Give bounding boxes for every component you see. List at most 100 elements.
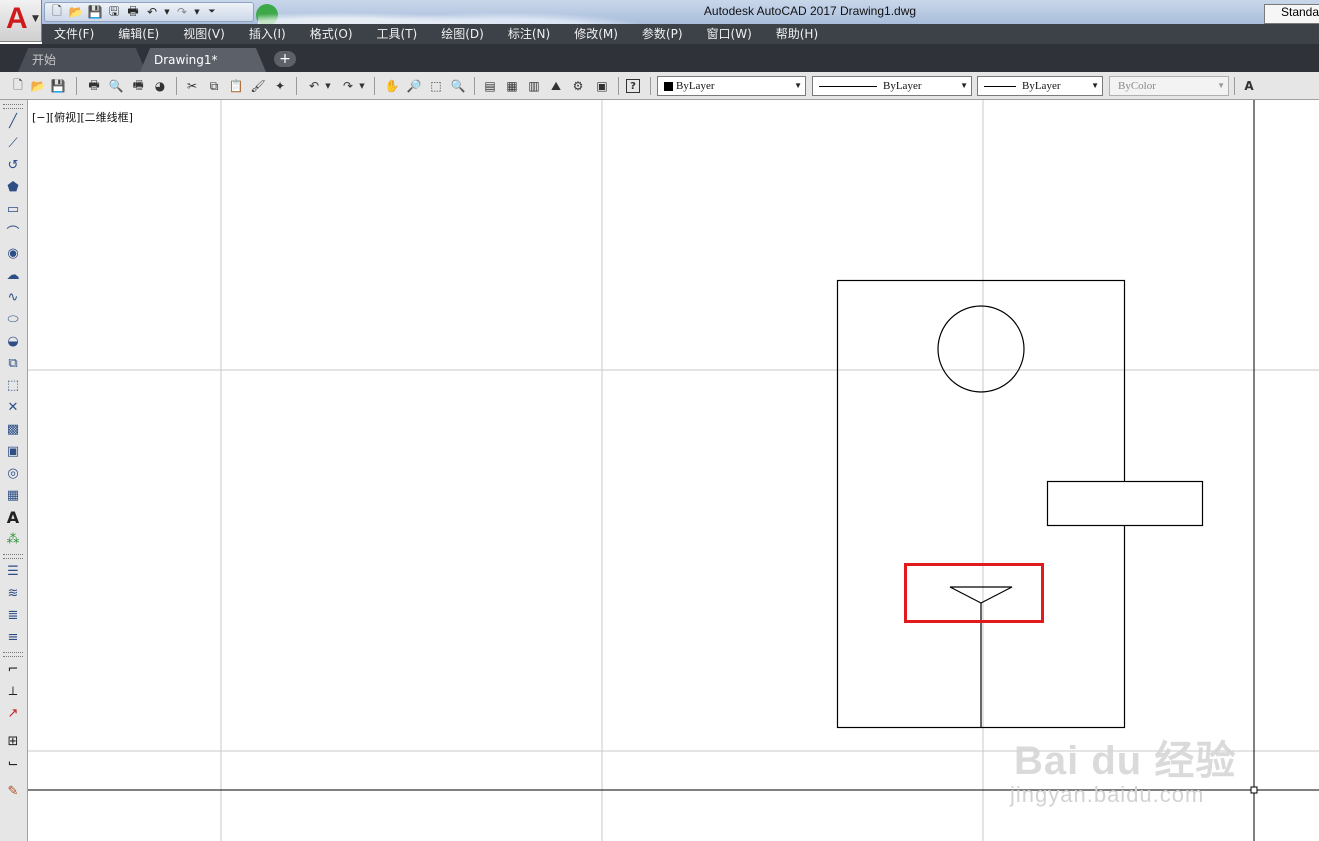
line-tool-icon[interactable]: ╱ — [4, 112, 22, 130]
save-icon[interactable]: 💾 — [87, 4, 103, 20]
menu-parametric[interactable]: 参数(P) — [630, 24, 695, 44]
multiline-text-icon[interactable]: A — [4, 508, 22, 527]
ungroup-icon[interactable]: ⌙ — [4, 754, 22, 772]
new-file-icon[interactable]: 🗋 — [49, 4, 65, 20]
circle-shape[interactable] — [937, 305, 1025, 393]
chamfer-icon[interactable]: ⟂ — [4, 682, 22, 700]
ellipse-arc-icon[interactable]: ◒ — [4, 332, 22, 350]
toolbar-grip[interactable] — [3, 554, 23, 559]
text-style-icon[interactable]: A — [1241, 78, 1257, 94]
application-menu-button[interactable]: A ▼ — [0, 0, 42, 42]
menu-tools[interactable]: 工具(T) — [365, 24, 430, 44]
tab-start[interactable]: 开始 — [18, 48, 146, 72]
block-editor-icon[interactable]: ✦ — [272, 78, 288, 94]
menu-format[interactable]: 格式(O) — [298, 24, 365, 44]
cut-icon[interactable]: ✂ — [184, 78, 200, 94]
plot-icon[interactable]: 🖶 — [86, 78, 102, 94]
draw-toolbar: ╱ ⟋ ↺ ⬟ ▭ ⌒ ◉ ☁ ∿ ⬭ ◒ ⧉ ⬚ ✕ ▩ ▣ ◎ ▦ A ⁂ … — [0, 100, 28, 841]
lineweight-control-dropdown[interactable]: ByLayer ▼ — [977, 76, 1103, 96]
zoom-previous-icon[interactable]: 🔍 — [450, 78, 466, 94]
publish-icon[interactable]: 🖷 — [130, 78, 146, 94]
text-style-dropdown[interactable]: Standa — [1264, 4, 1319, 24]
layer-previous-icon[interactable]: ≣ — [4, 606, 22, 624]
new-file-icon[interactable]: 🗋 — [10, 78, 26, 94]
arc-icon[interactable]: ⌒ — [4, 222, 22, 241]
spline-icon[interactable]: ∿ — [4, 288, 22, 306]
toolbar-separator — [474, 77, 475, 95]
copy-icon[interactable]: ⧉ — [206, 78, 222, 94]
toolbar-grip[interactable] — [3, 104, 23, 109]
plot-preview-icon[interactable]: 🔍 — [108, 78, 124, 94]
menu-modify[interactable]: 修改(M) — [562, 24, 630, 44]
redo-icon[interactable]: ↷ — [340, 78, 356, 94]
edit-polyline-icon[interactable]: ✎ — [4, 782, 22, 800]
tool-palettes-icon[interactable]: ▥ — [526, 78, 542, 94]
ellipse-icon[interactable]: ⬭ — [4, 310, 22, 328]
gradient-icon[interactable]: ▣ — [4, 442, 22, 460]
point-icon[interactable]: ✕ — [4, 398, 22, 416]
markup-icon[interactable]: ⚙ — [570, 78, 586, 94]
fillet-icon[interactable]: ⌐ — [4, 660, 22, 678]
side-rectangle[interactable] — [1046, 480, 1204, 527]
menu-view[interactable]: 视图(V) — [171, 24, 237, 44]
customize-dropdown-icon[interactable]: ⏷ — [204, 4, 220, 20]
table-icon[interactable]: ▦ — [4, 486, 22, 504]
properties-icon[interactable]: ▤ — [482, 78, 498, 94]
layer-match-icon[interactable]: ≡ — [4, 628, 22, 646]
plotstyle-control-dropdown[interactable]: ByColor ▼ — [1109, 76, 1229, 96]
menu-window[interactable]: 窗口(W) — [695, 24, 764, 44]
menu-insert[interactable]: 插入(I) — [237, 24, 298, 44]
zoom-realtime-icon[interactable]: 🔎 — [406, 78, 422, 94]
group-icon[interactable]: ⊞ — [4, 732, 22, 750]
menu-file[interactable]: 文件(F) — [42, 24, 106, 44]
menu-dimension[interactable]: 标注(N) — [496, 24, 562, 44]
paste-icon[interactable]: 📋 — [228, 78, 244, 94]
3d-print-icon[interactable]: ◕ — [152, 78, 168, 94]
new-tab-button[interactable]: + — [274, 51, 296, 67]
zoom-window-icon[interactable]: ⬚ — [428, 78, 444, 94]
save-icon[interactable]: 💾 — [50, 78, 66, 94]
add-selected-icon[interactable]: ⁂ — [4, 530, 22, 548]
print-icon[interactable]: 🖶 — [125, 4, 141, 20]
open-folder-icon[interactable]: 📂 — [30, 78, 46, 94]
file-tab-bar: 开始 Drawing1* — [0, 44, 1319, 72]
chevron-down-icon[interactable]: ▼ — [358, 78, 366, 94]
chevron-down-icon[interactable]: ▼ — [163, 4, 171, 20]
make-block-icon[interactable]: ⬚ — [4, 376, 22, 394]
save-as-icon[interactable]: 🖫 — [106, 4, 122, 20]
construction-line-icon[interactable]: ⟋ — [4, 134, 22, 152]
match-properties-icon[interactable]: 🖌 — [250, 78, 266, 94]
region-icon[interactable]: ◎ — [4, 464, 22, 482]
blend-curves-icon[interactable]: ↗ — [4, 704, 22, 722]
viewport-controls-label[interactable]: [−][俯视][二维线框] — [32, 109, 133, 125]
layer-icon[interactable]: ☰ — [4, 562, 22, 580]
hatch-icon[interactable]: ▩ — [4, 420, 22, 438]
menu-edit[interactable]: 编辑(E) — [106, 24, 171, 44]
plotstyle-control-value: ByColor — [1118, 80, 1156, 92]
rectangle-icon[interactable]: ▭ — [4, 200, 22, 218]
redo-icon[interactable]: ↷ — [174, 4, 190, 20]
insert-block-icon[interactable]: ⧉ — [4, 354, 22, 372]
polygon-icon[interactable]: ⬟ — [4, 178, 22, 196]
circle-icon[interactable]: ◉ — [4, 244, 22, 262]
chevron-down-icon[interactable]: ▼ — [193, 4, 201, 20]
polyline-icon[interactable]: ↺ — [4, 156, 22, 174]
chevron-down-icon[interactable]: ▼ — [324, 78, 332, 94]
drawing-canvas[interactable]: [−][俯视][二维线框] Bai du 经验 jingyan.baidu.co… — [28, 100, 1319, 841]
undo-icon[interactable]: ↶ — [144, 4, 160, 20]
calculator-icon[interactable]: ▣ — [594, 78, 610, 94]
toolbar-grip[interactable] — [3, 652, 23, 657]
help-icon[interactable]: ? — [626, 79, 640, 93]
open-folder-icon[interactable]: 📂 — [68, 4, 84, 20]
pan-hand-icon[interactable]: ✋ — [384, 78, 400, 94]
menu-draw[interactable]: 绘图(D) — [429, 24, 496, 44]
design-center-icon[interactable]: ▦ — [504, 78, 520, 94]
revision-cloud-icon[interactable]: ☁ — [4, 266, 22, 284]
undo-icon[interactable]: ↶ — [306, 78, 322, 94]
color-control-dropdown[interactable]: ByLayer ▼ — [657, 76, 806, 96]
sheet-set-icon[interactable]: ⛰ — [548, 78, 564, 94]
layer-states-icon[interactable]: ≋ — [4, 584, 22, 602]
tab-drawing1[interactable]: Drawing1* — [140, 48, 266, 72]
menu-help[interactable]: 帮助(H) — [764, 24, 830, 44]
linetype-control-dropdown[interactable]: ByLayer ▼ — [812, 76, 972, 96]
